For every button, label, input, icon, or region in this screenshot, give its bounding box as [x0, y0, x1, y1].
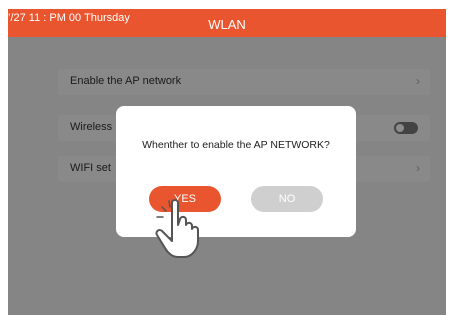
dialog-message: Whenther to enable the AP NETWORK?	[142, 139, 330, 151]
top-bar: ’/27 11 : PM 00 Thursday WLAN	[8, 9, 446, 37]
hand-pointer-icon	[155, 199, 199, 258]
no-button[interactable]: NO	[251, 186, 323, 212]
page-title: WLAN	[208, 17, 246, 32]
